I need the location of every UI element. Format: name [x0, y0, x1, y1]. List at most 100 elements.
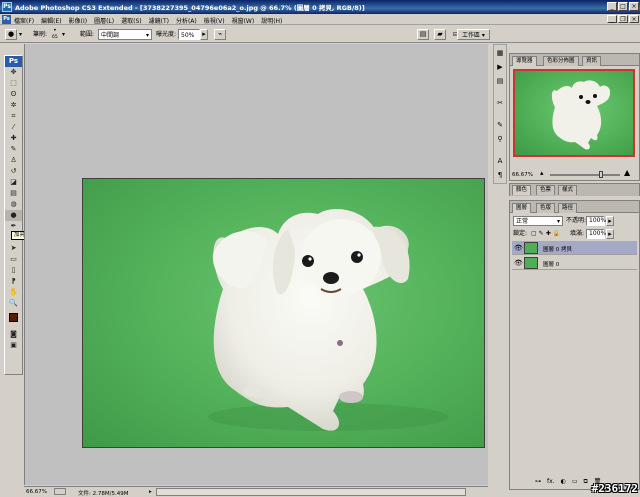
dodge-tool-icon[interactable]: ●: [5, 210, 22, 221]
blur-tool-icon[interactable]: ◍: [5, 199, 22, 210]
menu-item[interactable]: 分析(A): [176, 16, 197, 25]
layer-row-copy[interactable]: 👁 圖層 0 拷貝: [512, 241, 637, 255]
clone-stamp-icon[interactable]: ♙: [5, 155, 22, 166]
status-doc-size: 文件: 2.78M/5.49M: [78, 491, 129, 497]
range-select[interactable]: 中間調 ▾: [98, 29, 152, 40]
new-layer-icon[interactable]: ⧉: [584, 478, 588, 486]
toolbox-logo: Ps: [5, 56, 22, 67]
slice-tool-icon[interactable]: ⁄: [5, 122, 22, 133]
minimize-button[interactable]: _: [607, 2, 617, 11]
history-panel-icon[interactable]: ▦: [494, 47, 506, 59]
palette-well-icon[interactable]: ▤: [417, 29, 429, 40]
shape-tool-icon[interactable]: ▭: [5, 254, 22, 265]
gradient-tool-icon[interactable]: ▤: [5, 188, 22, 199]
horizontal-scrollbar[interactable]: [156, 488, 466, 496]
menu-item[interactable]: 說明(H): [261, 16, 282, 25]
menu-item[interactable]: 檔案(F): [14, 16, 34, 25]
doc-restore-button[interactable]: ❐: [618, 15, 628, 23]
eraser-tool-icon[interactable]: ◪: [5, 177, 22, 188]
window-title: Adobe Photoshop CS3 Extended - [37382273…: [15, 4, 365, 12]
blend-mode-select[interactable]: 正常 ▾: [513, 216, 563, 226]
eye-icon[interactable]: 👁: [514, 259, 523, 267]
brush-tool-icon[interactable]: ✎: [5, 144, 22, 155]
adjustment-layer-icon[interactable]: ◐: [561, 478, 566, 486]
brush-picker[interactable]: • 65: [52, 27, 58, 40]
exposure-input[interactable]: 50%: [178, 29, 200, 40]
lasso-tool-icon[interactable]: ʘ: [5, 89, 22, 100]
layer-row-base[interactable]: 👁 圖層 0: [512, 256, 637, 270]
maximize-button[interactable]: □: [618, 2, 628, 11]
layer-style-icon[interactable]: fx.: [547, 478, 555, 486]
close-button[interactable]: ×: [629, 2, 639, 11]
navigator-zoom-knob[interactable]: [599, 171, 603, 178]
magic-wand-icon[interactable]: ✲: [5, 100, 22, 111]
exposure-slider-arrow[interactable]: ▸: [200, 29, 208, 40]
layer-comps-icon[interactable]: ▤: [494, 75, 506, 87]
tab-navigator[interactable]: 導覽器: [512, 56, 537, 66]
range-value: 中間調: [101, 32, 120, 39]
menu-item[interactable]: 濾鏡(T): [149, 16, 169, 25]
zoom-out-icon[interactable]: ▴: [540, 169, 544, 177]
tool-presets-icon[interactable]: ✂: [494, 97, 506, 109]
tab-layers[interactable]: 圖層: [512, 203, 532, 213]
hand-tool-icon[interactable]: ✋: [5, 287, 22, 298]
zoom-in-icon[interactable]: ▲: [624, 168, 630, 177]
notes-tool-icon[interactable]: ▯: [5, 265, 22, 276]
paragraph-panel-icon[interactable]: ¶: [494, 169, 506, 181]
crop-tool-icon[interactable]: ⌗: [5, 111, 22, 122]
foreground-color-swatch[interactable]: [9, 313, 18, 322]
brush-dropdown-arrow[interactable]: ▾: [62, 29, 65, 40]
doc-minimize-button[interactable]: _: [607, 15, 617, 23]
eye-icon[interactable]: 👁: [514, 244, 523, 252]
color-panel: 顏色 色票 樣式: [509, 183, 640, 196]
document-canvas[interactable]: [82, 178, 485, 448]
menu-item[interactable]: 選取(S): [121, 16, 142, 25]
navigator-preview[interactable]: [513, 69, 635, 157]
tab-styles[interactable]: 樣式: [558, 185, 578, 195]
screen-mode-icon[interactable]: ▣: [5, 340, 22, 351]
lock-icons[interactable]: ▢✎✚🔒: [531, 229, 562, 240]
workspace-menu[interactable]: 工作區 ▾: [457, 29, 490, 40]
healing-brush-icon[interactable]: ✚: [5, 133, 22, 144]
status-zoom[interactable]: 66.67%: [26, 489, 47, 495]
layer-mask-icon[interactable]: ▭: [572, 478, 578, 486]
navigator-zoom-field[interactable]: 66.67%: [512, 172, 533, 178]
navigator-zoom-slider[interactable]: [550, 174, 620, 176]
menu-item[interactable]: 檢視(V): [204, 16, 225, 25]
quick-mask-icon[interactable]: ◙: [5, 329, 22, 340]
marquee-tool-icon[interactable]: ⬚: [5, 78, 22, 89]
toolbox: Ps ✥⬚ʘ✲⌗⁄✚✎♙↺◪▤◍●✒T➤▭▯⁋✋🔍 ◙ ▣: [4, 55, 23, 375]
menu-item[interactable]: 編輯(E): [41, 16, 61, 25]
doc-close-button[interactable]: ×: [629, 15, 639, 23]
path-selection-icon[interactable]: ➤: [5, 243, 22, 254]
opacity-slider-arrow[interactable]: ▸: [606, 216, 614, 226]
status-zoom-field[interactable]: [54, 488, 66, 495]
menu-item[interactable]: 視窗(W): [232, 16, 255, 25]
menu-item[interactable]: 影像(I): [69, 16, 87, 25]
brushes-panel-icon[interactable]: ✎: [494, 119, 506, 131]
zoom-tool-icon[interactable]: 🔍: [5, 298, 22, 309]
ps-menu-icon[interactable]: Ps: [2, 15, 11, 24]
eyedropper-icon[interactable]: ⁋: [5, 276, 22, 287]
airbrush-icon[interactable]: ⌁: [214, 29, 226, 40]
tab-swatches[interactable]: 色票: [536, 185, 556, 195]
clone-source-icon[interactable]: ⚲: [494, 133, 506, 145]
tab-histogram[interactable]: 色彩分佈圖: [543, 56, 579, 66]
fill-input[interactable]: 100%: [586, 229, 606, 239]
menu-item[interactable]: 圖層(L): [94, 16, 114, 25]
character-panel-icon[interactable]: A: [494, 155, 506, 167]
bridge-icon[interactable]: ▰: [434, 29, 446, 40]
tab-channels[interactable]: 色版: [536, 203, 556, 213]
tab-info[interactable]: 資訊: [582, 56, 602, 66]
tab-paths[interactable]: 路徑: [558, 203, 578, 213]
status-menu-arrow[interactable]: ▸: [149, 489, 152, 495]
opacity-input[interactable]: 100%: [586, 216, 606, 226]
move-tool-icon[interactable]: ✥: [5, 67, 22, 78]
actions-panel-icon[interactable]: ▶: [494, 61, 506, 73]
tab-color[interactable]: 顏色: [512, 185, 532, 195]
menu-items: 檔案(F) 編輯(E) 影像(I) 圖層(L) 選取(S) 濾鏡(T) 分析(A) 檢視(V)…: [14, 16, 282, 25]
fill-slider-arrow[interactable]: ▸: [606, 229, 614, 239]
tool-preset-picker-icon[interactable]: ●: [5, 29, 17, 40]
link-layers-icon[interactable]: ⊶: [535, 478, 541, 486]
history-brush-icon[interactable]: ↺: [5, 166, 22, 177]
